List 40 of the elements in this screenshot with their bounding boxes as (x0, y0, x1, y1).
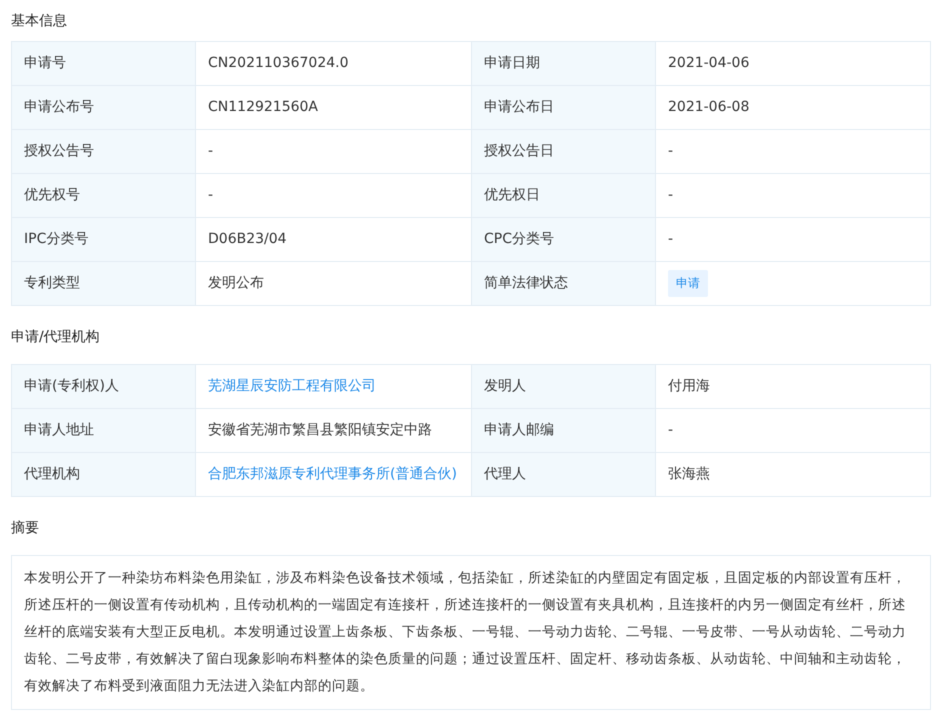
field-value: 付用海 (668, 377, 710, 396)
field-label: 简单法律状态 (484, 274, 568, 293)
field-label: 专利类型 (24, 274, 80, 293)
field-value: - (668, 421, 674, 440)
section-title: 基本信息 (11, 12, 68, 30)
field-value: - (208, 142, 214, 161)
field-value: 发明公布 (208, 274, 264, 293)
field-value: - (668, 230, 674, 249)
field-label: 授权公告日 (484, 142, 554, 161)
field-value: 张海燕 (668, 465, 710, 484)
field-label: CPC分类号 (484, 230, 554, 249)
field-label: 优先权号 (24, 186, 80, 205)
field-label: 发明人 (484, 377, 526, 396)
field-label: 申请公布日 (484, 98, 554, 117)
section-title: 申请/代理机构 (11, 328, 101, 346)
field-label: 优先权日 (484, 186, 540, 205)
field-label: 代理人 (484, 465, 526, 484)
field-label: 申请公布号 (24, 98, 94, 117)
field-value: 安徽省芜湖市繁昌县繁阳镇安定中路 (208, 421, 432, 440)
field-label: 申请日期 (484, 54, 540, 73)
field-label: IPC分类号 (24, 230, 88, 249)
abstract-text: 本发明公开了一种染坊布料染色用染缸，涉及布料染色设备技术领域，包括染缸，所述染缸的内壁固定有固定板，且固定板的内部设置有压杆，所述压杆的一侧设置有传动机构，且传动机构的一端固定有连接杆，所述连接杆的一侧设置有夹具机构，且连接杆的内另一侧固定有丝杆，所述丝杆的底端安装有大型正反电机。本发明通过设置上齿条板、下齿条板、一号辊、一号动力齿轮、二号辊、一号皮带、一号从动齿轮、二号动力齿轮、二号皮带，有效解决了留白现象影响布料整体的染色质量的问题；通过设置压杆、固定杆、移动齿条板、从动齿轮、中间轴和主动齿轮，有效解决了布料受到液面阻力无法进入染缸内部的问题。 (11, 555, 931, 710)
field-value: 2021-06-08 (668, 98, 750, 117)
field-label: 申请号 (24, 54, 66, 73)
status-tag: 申请 (668, 270, 708, 297)
field-value: - (668, 186, 674, 205)
field-value: - (668, 142, 674, 161)
field-label: 代理机构 (24, 465, 80, 484)
field-value: CN112921560A (208, 98, 318, 117)
field-value: 2021-04-06 (668, 54, 750, 73)
link[interactable]: 合肥东邦滋原专利代理事务所(普通合伙) (208, 464, 457, 485)
field-label: 申请(专利权)人 (24, 377, 119, 396)
link[interactable]: 芜湖星辰安防工程有限公司 (208, 376, 376, 397)
field-value: D06B23/04 (208, 230, 287, 249)
field-label: 授权公告号 (24, 142, 94, 161)
field-value: - (208, 186, 214, 205)
field-label: 申请人邮编 (484, 421, 554, 440)
field-label: 申请人地址 (24, 421, 94, 440)
field-value: CN202110367024.0 (208, 54, 348, 73)
section-title: 摘要 (11, 518, 40, 538)
